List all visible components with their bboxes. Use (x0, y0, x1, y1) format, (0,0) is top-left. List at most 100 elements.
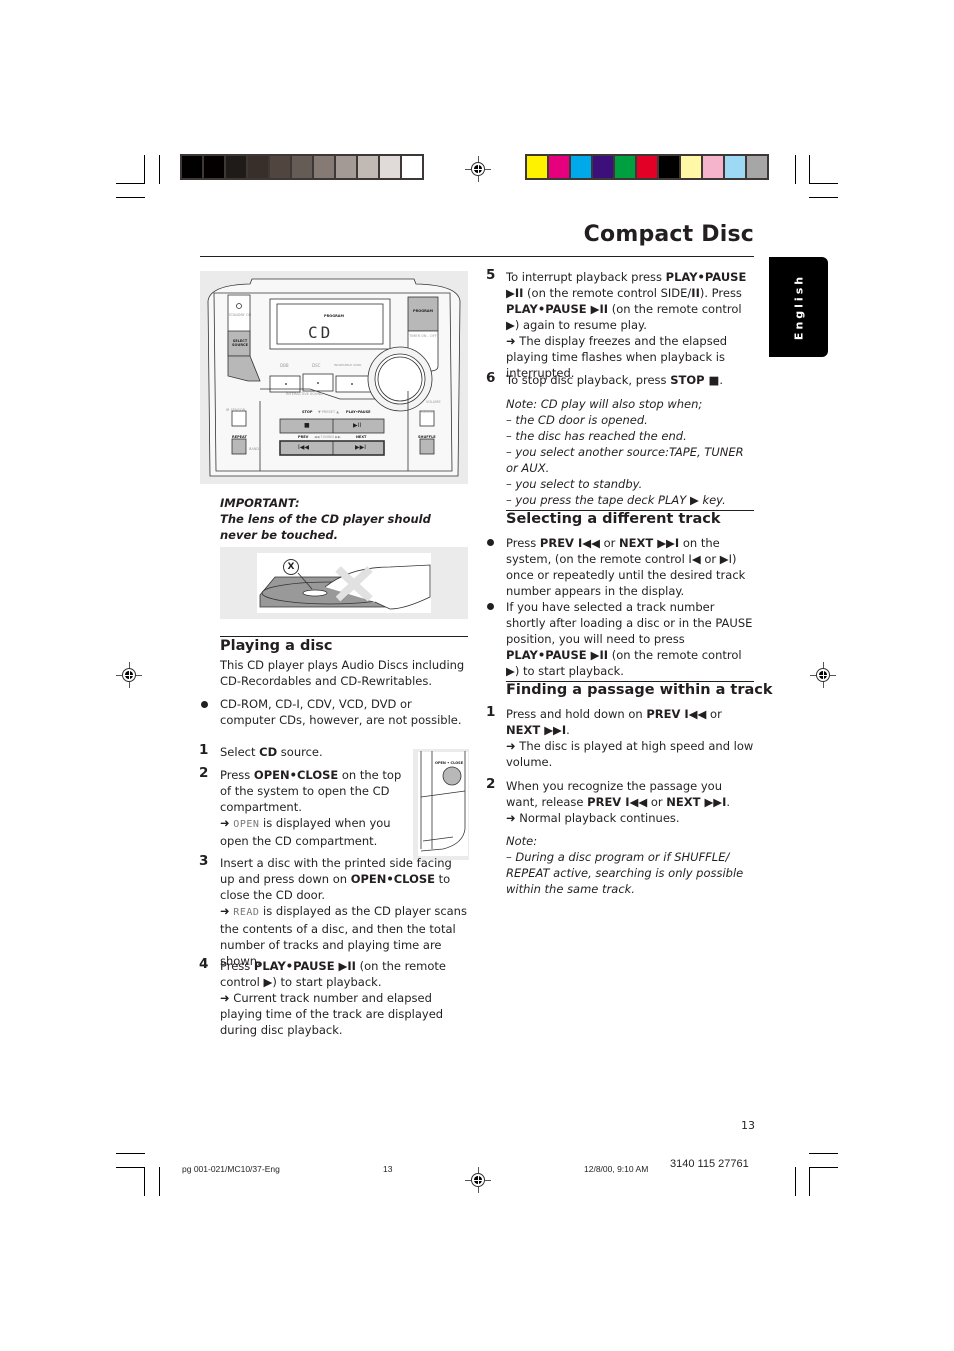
note-line: Note: CD play will also stop when; (506, 397, 703, 411)
device-stop-glyph: ■ (304, 422, 310, 429)
color-swatch (292, 156, 312, 178)
step-5-text: To interrupt playback press PLAY•PAUSE ▶… (506, 270, 747, 380)
color-swatch (336, 156, 356, 178)
language-tab-label: English (792, 273, 805, 341)
bullet-icon (487, 539, 494, 546)
device-display-readout: CD (308, 323, 334, 342)
color-swatch (226, 156, 246, 178)
selecting-bullet-1: Press PREV I◀◀ or NEXT ▶▶I on the system… (506, 536, 746, 598)
device-label-dbb: DBB (280, 363, 289, 368)
note-text: – During a disc program or if SHUFFLE/ R… (506, 850, 744, 896)
color-swatch (725, 156, 745, 178)
color-swatch (571, 156, 591, 178)
finding-step-2-text: When you recognize the passage you want,… (506, 779, 731, 825)
device-label-program-button: PROGRAM (413, 309, 433, 313)
color-swatch (703, 156, 723, 178)
note-line: – you select another source:TAPE, TUNER … (506, 445, 744, 475)
device-label-timer: TIMER ON - OFF (409, 334, 437, 338)
device-label-repeat: REPEAT (232, 435, 247, 439)
device-play-pause-glyph: ▶II (353, 422, 362, 429)
device-next-glyph: ▶▶I (355, 444, 366, 451)
device-front-panel-illustration: CD STANDBY ON SELECT SOURCE PROGRAM PROG… (200, 271, 468, 484)
finding-note: Note: – During a disc program or if SHUF… (506, 833, 756, 897)
color-swatch (549, 156, 569, 178)
color-swatch (747, 156, 767, 178)
device-label-clock: CLOCK (421, 410, 433, 414)
lens-warning-illustration: X (220, 547, 468, 619)
registration-mark-icon (465, 1167, 491, 1193)
device-label-next: NEXT (356, 435, 367, 439)
stop-conditions-note: Note: CD play will also stop when; – the… (506, 396, 756, 508)
bullet-icon (487, 603, 494, 610)
device-label-ir-sensor: IR SENSOR (226, 408, 246, 412)
page-number: 13 (741, 1119, 755, 1132)
color-swatch (182, 156, 202, 178)
color-swatch (270, 156, 290, 178)
device-label-prev: PREV (298, 435, 309, 439)
language-tab: English (769, 257, 828, 357)
step-number: 2 (199, 765, 209, 781)
arrow-icon: ➜ (506, 739, 516, 753)
product-code: 3140 115 27761 (670, 1158, 749, 1170)
registration-mark-icon (810, 662, 836, 688)
arrow-icon: ➜ (220, 816, 230, 830)
device-label-band: BAND (249, 447, 260, 451)
step-number: 3 (199, 853, 209, 869)
step-number: 5 (486, 267, 496, 283)
device-label-tuning: ◀◀ TUNING ▶▶ (314, 435, 341, 439)
grayscale-calibration-bar (180, 154, 424, 180)
device-label-shuffle: SHUFFLE (418, 435, 436, 439)
slug-file-info: pg 001-021/MC10/37-Eng (182, 1164, 280, 1174)
color-calibration-bar (525, 154, 769, 180)
finding-step-1-text: Press and hold down on PREV I◀◀ or NEXT … (506, 707, 754, 769)
note-line: – you select to standby. (506, 477, 643, 491)
device-label-play-pause: PLAY•PAUSE (346, 410, 371, 414)
color-swatch (637, 156, 657, 178)
arrow-icon: ➜ (220, 991, 230, 1005)
note-line: – the disc has reached the end. (506, 429, 687, 443)
step-number: 1 (486, 704, 496, 720)
device-label-interactive-sound: INTERACTIVE SOUND (286, 392, 323, 396)
section-selecting-heading: Selecting a different track (506, 511, 721, 527)
selecting-bullet-2: If you have selected a track number shor… (506, 600, 753, 678)
display-readout-read: READ (233, 907, 260, 918)
lens-warning-drawing (257, 553, 431, 613)
color-swatch (659, 156, 679, 178)
device-label-program-display: PROGRAM (324, 314, 344, 318)
color-swatch (248, 156, 268, 178)
page-title: Compact Disc (583, 222, 754, 247)
section-finding-heading: Finding a passage within a track (506, 682, 773, 698)
title-divider (200, 256, 754, 257)
device-label-stop: STOP (302, 410, 313, 414)
arrow-icon: ➜ (220, 904, 230, 918)
step-number: 4 (199, 956, 209, 972)
registration-mark-icon (116, 662, 142, 688)
device-label-volume: VOLUME (426, 400, 441, 404)
important-notice: IMPORTANT: The lens of the CD player sho… (220, 495, 470, 543)
display-readout-open: OPEN (233, 819, 260, 830)
step-1-text: Select CD source. (220, 745, 323, 759)
step-number: 6 (486, 370, 496, 386)
important-label: IMPORTANT: (220, 496, 300, 510)
lens-marker: X (283, 559, 299, 575)
bullet-icon (201, 701, 208, 708)
color-swatch (358, 156, 378, 178)
slug-timestamp: 12/8/00, 9:10 AM (584, 1164, 649, 1174)
color-swatch (593, 156, 613, 178)
arrow-icon: ➜ (506, 334, 516, 348)
step-number: 2 (486, 776, 496, 792)
color-swatch (615, 156, 635, 178)
device-label-select-source: SELECT SOURCE (232, 339, 248, 347)
note-line: – you press the tape deck PLAY ▶ key. (506, 493, 726, 507)
open-close-label: OPEN • CLOSE (435, 761, 464, 765)
registration-mark-icon (465, 156, 491, 182)
color-swatch (681, 156, 701, 178)
device-prev-glyph: I◀◀ (298, 444, 309, 451)
open-close-drawing (418, 751, 468, 856)
color-swatch (204, 156, 224, 178)
color-swatch (314, 156, 334, 178)
note-label: Note: (506, 834, 538, 848)
slug-page-number: 13 (383, 1164, 393, 1174)
open-close-illustration: OPEN • CLOSE (413, 749, 469, 860)
device-drawing (207, 278, 461, 477)
